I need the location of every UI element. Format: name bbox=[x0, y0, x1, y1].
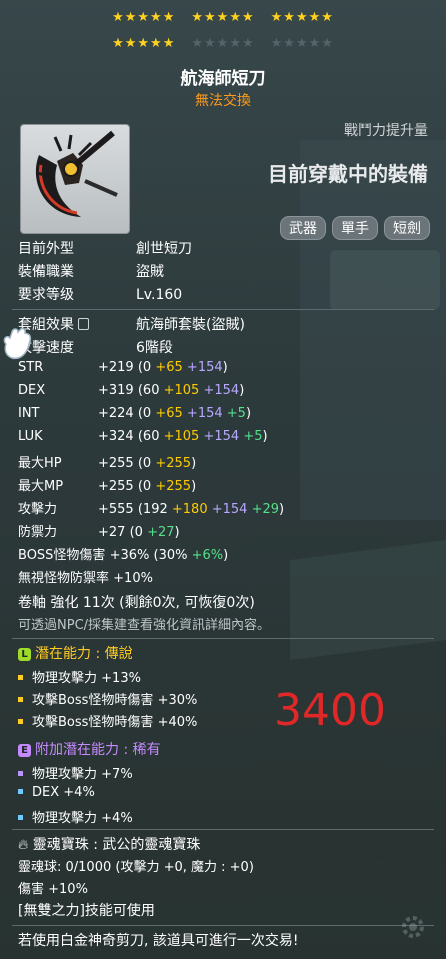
attack-speed-value: 6階段 bbox=[136, 340, 173, 356]
set-effect-row: 套組效果 航海師套裝(盜賊) bbox=[18, 314, 245, 334]
dagger-icon bbox=[35, 130, 118, 217]
star-group: ★★★★★ bbox=[191, 36, 255, 51]
star-group: ★★★★★ bbox=[270, 36, 334, 51]
overlay-number: 3400 bbox=[274, 685, 386, 736]
stat-total: +555 bbox=[98, 502, 134, 517]
stat-name: STR bbox=[18, 360, 44, 375]
soul-flame-icon: 🔥︎ bbox=[18, 837, 29, 853]
divider bbox=[12, 309, 434, 310]
lock-icon bbox=[78, 318, 90, 330]
epic-badge-icon: E bbox=[18, 744, 31, 757]
info-value: Lv.160 bbox=[136, 287, 183, 303]
tag-one-handed: 單手 bbox=[332, 216, 378, 240]
stat-name: 攻擊力 bbox=[18, 502, 58, 517]
item-tooltip: ★★★★★ ★★★★★ ★★★★★ ★★★★★ ★★★★★ ★★★★★ 航海師短刀 無法… bbox=[0, 0, 446, 959]
scroll-hint-text: 可透過NPC/採集建查看強化資訊詳細內容。 bbox=[18, 618, 271, 633]
legendary-badge-icon: L bbox=[18, 648, 31, 661]
bullet-icon bbox=[18, 815, 23, 820]
additional-potential-label: 附加潛在能力 bbox=[35, 742, 119, 758]
attack-speed-label: 攻擊速度 bbox=[18, 340, 74, 356]
item-name: 航海師短刀 bbox=[180, 69, 266, 89]
bullet-icon bbox=[18, 719, 23, 724]
info-row: 裝備職業 盜賊 bbox=[18, 261, 164, 281]
potential-line: 攻擊Boss怪物時傷害 +40% bbox=[18, 711, 197, 730]
stat-total: +27 bbox=[98, 525, 126, 540]
boss-damage-row: BOSS怪物傷害 +36% (30% +6%) bbox=[18, 548, 229, 563]
potential-line: 物理攻擊力 +13% bbox=[18, 667, 141, 686]
boss-damage-label: BOSS怪物傷害 bbox=[18, 548, 106, 563]
star-group: ★★★★★ bbox=[270, 10, 334, 25]
set-effect-value: 航海師套裝(盜賊) bbox=[136, 317, 245, 333]
stat-row: 最大HP +255 (0 +255) bbox=[18, 452, 196, 471]
stat-name: DEX bbox=[18, 383, 46, 398]
star-group: ★★★★★ bbox=[112, 36, 176, 51]
stat-name: 最大HP bbox=[18, 456, 62, 471]
stat-name: LUK bbox=[18, 429, 43, 444]
footer-note: 若使用白金神奇剪刀, 該道具可進行一次交易! bbox=[18, 933, 299, 949]
additional-line: DEX +4% bbox=[18, 785, 95, 800]
stat-total: +219 bbox=[98, 360, 134, 375]
star-group: ★★★★★ bbox=[112, 10, 176, 25]
info-value: 盜賊 bbox=[136, 264, 164, 280]
bullet-icon bbox=[18, 675, 23, 680]
additional-potential-grade: 稀有 bbox=[132, 742, 161, 758]
tag-weapon: 武器 bbox=[280, 216, 326, 240]
stat-row: LUK +324 (60 +105 +154 +5) bbox=[18, 429, 268, 444]
gear-icon bbox=[402, 916, 424, 938]
stat-total: +324 bbox=[98, 429, 134, 444]
bullet-icon bbox=[18, 789, 23, 794]
ignore-defense-label: 無視怪物防禦率 bbox=[18, 571, 110, 586]
additional-potential-header: E 附加潛在能力 : 稀有 bbox=[18, 739, 161, 759]
stat-row: 防禦力 +27 (0 +27) bbox=[18, 521, 180, 540]
item-tags: 武器 單手 短劍 bbox=[280, 216, 430, 240]
stat-row: INT +224 (0 +65 +154 +5) bbox=[18, 406, 252, 421]
additional-line: 物理攻擊力 +7% bbox=[18, 763, 133, 782]
star-force-row-1: ★★★★★ ★★★★★ ★★★★★ bbox=[0, 10, 446, 25]
soul-label: 靈魂寶珠 bbox=[32, 837, 89, 853]
stat-total: +255 bbox=[98, 456, 134, 471]
equipped-status: 目前穿戴中的裝備 bbox=[268, 162, 428, 186]
star-force-row-2: ★★★★★ ★★★★★ ★★★★★ bbox=[0, 36, 446, 51]
scroll-upgrade-text: 卷軸 強化 11次 (剩餘0次, 可恢復0次) bbox=[18, 595, 255, 611]
info-label: 目前外型 bbox=[18, 241, 74, 257]
potential-line: 攻擊Boss怪物時傷害 +30% bbox=[18, 689, 197, 708]
soul-name: 武公的靈魂寶珠 bbox=[102, 837, 201, 853]
soul-damage-line: 傷害 +10% bbox=[18, 882, 88, 897]
potential-grade: 傳說 bbox=[104, 646, 133, 662]
divider bbox=[12, 829, 434, 830]
soul-header: 🔥︎ 靈魂寶珠 : 武公的靈魂寶珠 bbox=[18, 837, 201, 853]
ignore-defense-row: 無視怪物防禦率 +10% bbox=[18, 571, 153, 586]
stat-name: INT bbox=[18, 406, 40, 421]
potential-header: L 潛在能力 : 傳說 bbox=[18, 643, 133, 663]
star-group: ★★★★★ bbox=[191, 10, 255, 25]
potential-label: 潛在能力 bbox=[35, 646, 91, 662]
soul-skill-line: [無雙之力]技能可使用 bbox=[18, 903, 155, 919]
combat-power-label: 戰鬥力提升量 bbox=[344, 123, 428, 139]
stat-row: STR +219 (0 +65 +154) bbox=[18, 360, 228, 375]
info-value: 創世短刀 bbox=[136, 241, 192, 257]
info-row: 目前外型 創世短刀 bbox=[18, 238, 192, 258]
stat-total: +224 bbox=[98, 406, 134, 421]
stat-row: 攻擊力 +555 (192 +180 +154 +29) bbox=[18, 498, 284, 517]
info-label: 要求等级 bbox=[18, 287, 74, 303]
tag-dagger: 短劍 bbox=[384, 216, 430, 240]
attack-speed-row: 攻擊速度 6階段 bbox=[18, 337, 173, 357]
bullet-icon bbox=[18, 771, 23, 776]
info-label: 裝備職業 bbox=[18, 264, 74, 280]
stat-total: +319 bbox=[98, 383, 134, 398]
stat-name: 最大MP bbox=[18, 479, 64, 494]
stat-name: 防禦力 bbox=[18, 525, 58, 540]
info-row: 要求等级 Lv.160 bbox=[18, 284, 182, 304]
stat-row: 最大MP +255 (0 +255) bbox=[18, 475, 196, 494]
soul-orb-line: 靈魂球: 0/1000 (攻擊力 +0, 魔力 : +0) bbox=[18, 860, 254, 875]
bullet-icon bbox=[18, 697, 23, 702]
divider bbox=[12, 925, 434, 926]
stat-total: +255 bbox=[98, 479, 134, 494]
divider bbox=[12, 638, 434, 639]
item-icon bbox=[20, 124, 130, 234]
trade-status: 無法交換 bbox=[195, 93, 251, 109]
additional-line: 物理攻擊力 +4% bbox=[18, 807, 133, 826]
stat-row: DEX +319 (60 +105 +154) bbox=[18, 383, 245, 398]
